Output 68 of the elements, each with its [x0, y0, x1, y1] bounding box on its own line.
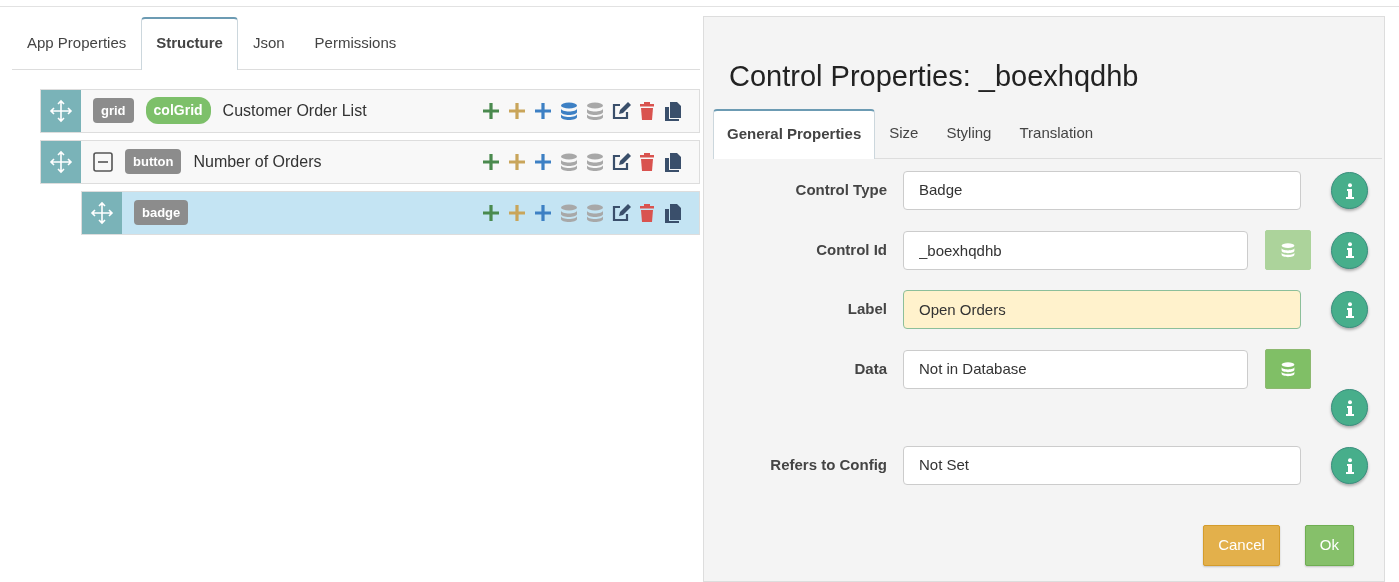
- tree-row[interactable]: grid colGrid Customer Order List: [40, 88, 700, 133]
- node-label: Number of Orders: [193, 151, 322, 172]
- tab[interactable]: Json: [237, 17, 300, 70]
- dropdown[interactable]: Not in Database: [903, 349, 1248, 389]
- drag-handle[interactable]: [82, 191, 122, 234]
- database-icon: [1280, 360, 1296, 378]
- plus-icon[interactable]: [533, 202, 553, 223]
- text-field[interactable]: Open Orders: [903, 290, 1301, 329]
- dropdown[interactable]: Badge: [903, 171, 1301, 210]
- field-label: Data: [853, 358, 887, 379]
- text-field[interactable]: _boexhqdhb: [903, 230, 1248, 270]
- field-label: Control Id: [815, 239, 887, 260]
- type-tag: grid: [93, 97, 134, 124]
- plus-icon[interactable]: [481, 202, 501, 223]
- database-icon[interactable]: [585, 151, 605, 172]
- field-label: Refers to Config: [769, 455, 887, 476]
- tab[interactable]: Permissions: [299, 17, 412, 70]
- info-button[interactable]: [1331, 389, 1368, 426]
- dropdown[interactable]: Not Set: [903, 446, 1301, 485]
- tab[interactable]: General Properties: [713, 108, 876, 159]
- database-icon[interactable]: [559, 100, 579, 121]
- node-label: Customer Order List: [222, 100, 367, 121]
- trash-icon[interactable]: [637, 151, 657, 172]
- type-tag: badge: [134, 199, 189, 226]
- info-icon: [1345, 457, 1354, 474]
- database-icon[interactable]: [585, 100, 605, 121]
- edit-icon[interactable]: [611, 100, 631, 121]
- move-icon: [49, 98, 73, 123]
- info-button[interactable]: [1331, 231, 1368, 269]
- field-label: Label: [846, 299, 887, 320]
- tab[interactable]: App Properties: [12, 17, 142, 70]
- database-icon: [1280, 241, 1296, 259]
- database-button[interactable]: [1265, 349, 1311, 389]
- tab[interactable]: Styling: [932, 108, 1006, 159]
- info-button[interactable]: [1331, 172, 1368, 209]
- drag-handle[interactable]: [41, 140, 81, 183]
- plus-icon[interactable]: [507, 151, 527, 172]
- move-icon: [90, 200, 114, 225]
- collapse-icon[interactable]: [93, 151, 113, 172]
- info-icon: [1345, 399, 1354, 416]
- copy-icon[interactable]: [663, 151, 683, 172]
- info-button[interactable]: [1331, 291, 1368, 328]
- tab[interactable]: Translation: [1005, 108, 1108, 159]
- move-icon: [49, 149, 73, 174]
- trash-icon[interactable]: [637, 202, 657, 223]
- edit-icon[interactable]: [611, 151, 631, 172]
- database-icon[interactable]: [559, 151, 579, 172]
- tab[interactable]: Size: [875, 108, 933, 159]
- info-icon: [1345, 301, 1354, 318]
- copy-icon[interactable]: [663, 100, 683, 121]
- field-label: Control Type: [794, 180, 887, 201]
- dialog-title: Control Properties: _boexhqdhb: [729, 59, 1140, 94]
- tree-row[interactable]: button Number of Orders: [40, 139, 700, 184]
- copy-icon[interactable]: [663, 202, 683, 223]
- type-tag: button: [125, 148, 182, 175]
- plus-icon[interactable]: [533, 100, 553, 121]
- info-icon: [1345, 242, 1354, 258]
- info-button[interactable]: [1331, 447, 1368, 484]
- plus-icon[interactable]: [507, 100, 527, 121]
- edit-icon[interactable]: [611, 202, 631, 223]
- plus-icon[interactable]: [481, 100, 501, 121]
- drag-handle[interactable]: [41, 89, 81, 132]
- plus-icon[interactable]: [533, 151, 553, 172]
- tab[interactable]: Structure: [141, 17, 238, 70]
- plus-icon[interactable]: [481, 151, 501, 172]
- trash-icon[interactable]: [637, 100, 657, 121]
- type-tag: colGrid: [145, 97, 211, 124]
- info-icon: [1345, 182, 1354, 199]
